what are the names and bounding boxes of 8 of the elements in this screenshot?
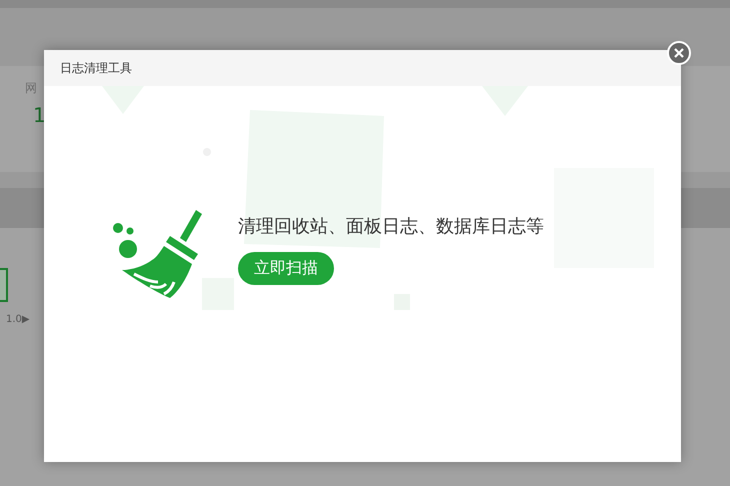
close-icon [674, 48, 684, 58]
scan-button[interactable]: 立即扫描 [238, 252, 334, 285]
stat-value: 1 [33, 103, 47, 127]
card-icon [0, 268, 8, 302]
description-text: 清理回收站、面板日志、数据库日志等 [238, 215, 544, 238]
dialog-title: 日志清理工具 [60, 60, 132, 76]
close-button[interactable] [667, 41, 691, 65]
version-text: 1.0▶ [5, 314, 31, 325]
